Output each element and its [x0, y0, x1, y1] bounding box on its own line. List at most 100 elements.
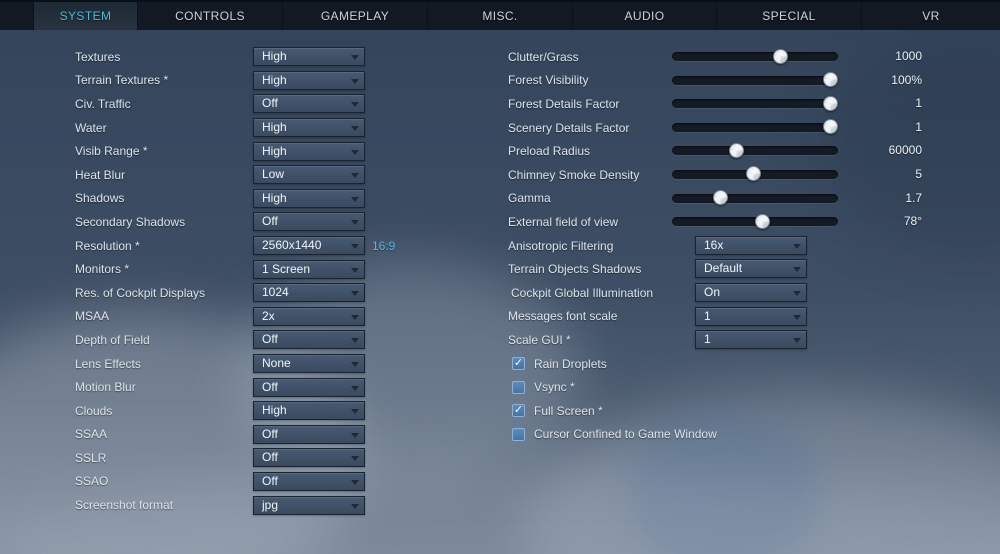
chevron-down-icon	[351, 432, 359, 438]
dropdown-civ-traffic[interactable]: Off	[253, 94, 365, 114]
row-scenery-details-factor: Scenery Details Factor 1	[508, 116, 1000, 140]
row-clutter-grass: Clutter/Grass 1000	[508, 45, 1000, 69]
row-vsync: Vsync *	[508, 375, 1000, 399]
row-messages-font-scale: Messages font scale 1	[508, 305, 1000, 329]
tab-label: AUDIO	[624, 9, 665, 23]
chevron-down-icon	[793, 267, 801, 273]
checkbox-full-screen[interactable]: ✓	[512, 404, 525, 418]
dropdown-monitors[interactable]: 1 Screen	[253, 259, 365, 279]
checkbox-vsync[interactable]	[512, 380, 525, 394]
row-sslr: SSLR Off	[75, 446, 495, 470]
tab-label: SPECIAL	[762, 9, 816, 23]
chevron-down-icon	[351, 385, 359, 391]
dropdown-clouds[interactable]: High	[253, 401, 365, 421]
setting-label: Chimney Smoke Density	[508, 167, 640, 182]
dropdown-value: Off	[262, 426, 278, 441]
slider-knob-clutter-grass[interactable]	[773, 48, 789, 64]
dropdown-resolution[interactable]: 2560x1440	[253, 236, 365, 256]
setting-label: Shadows	[75, 191, 125, 206]
tab-system[interactable]: SYSTEM	[33, 2, 137, 30]
dropdown-anisotropic-filtering[interactable]: 16x	[695, 235, 807, 255]
dropdown-secondary-shadows[interactable]: Off	[253, 212, 365, 232]
dropdown-value: 1	[704, 308, 711, 323]
checkbox-cursor-confined-to-game-window[interactable]	[512, 427, 525, 441]
tab-misc[interactable]: MISC.	[427, 2, 572, 30]
slider-scenery-details-factor[interactable]	[672, 119, 838, 135]
row-res-of-cockpit-displays: Res. of Cockpit Displays 1024	[75, 281, 495, 305]
dropdown-value: None	[262, 356, 291, 371]
setting-label: Cockpit Global Illumination	[511, 285, 654, 300]
dropdown-value: Off	[262, 332, 278, 347]
row-lens-effects: Lens Effects None	[75, 352, 495, 376]
slider-knob-forest-details-factor[interactable]	[823, 95, 838, 111]
row-anisotropic-filtering: Anisotropic Filtering 16x	[508, 234, 1000, 258]
dropdown-value: High	[262, 120, 287, 135]
slider-knob-preload-radius[interactable]	[729, 142, 745, 158]
setting-label: Textures	[75, 49, 121, 64]
slider-gamma[interactable]	[672, 190, 838, 206]
slider-knob-chimney-smoke-density[interactable]	[745, 166, 761, 182]
row-preload-radius: Preload Radius 60000	[508, 139, 1000, 163]
dropdown-value: 1	[704, 332, 711, 347]
aspect-ratio-label: 16:9	[372, 238, 396, 253]
checkbox-rain-droplets[interactable]: ✓	[512, 357, 525, 371]
setting-label: Preload Radius	[508, 144, 591, 159]
slider-preload-radius[interactable]	[672, 142, 838, 158]
slider-knob-forest-visibility[interactable]	[823, 72, 838, 88]
dropdown-value: High	[262, 72, 287, 87]
dropdown-ssao[interactable]: Off	[253, 471, 365, 491]
slider-chimney-smoke-density[interactable]	[672, 166, 838, 182]
dropdown-visib-range[interactable]: High	[253, 141, 365, 161]
slider-value: 78°	[903, 214, 922, 229]
dropdown-value: 2x	[262, 308, 275, 323]
chevron-down-icon	[351, 220, 359, 226]
row-water: Water High	[75, 116, 495, 140]
tab-gameplay[interactable]: GAMEPLAY	[282, 2, 427, 30]
dropdown-textures[interactable]: High	[253, 47, 365, 67]
slider-clutter-grass[interactable]	[672, 48, 838, 64]
dropdown-terrain-objects-shadows[interactable]: Default	[695, 259, 807, 279]
dropdown-res-of-cockpit-displays[interactable]: 1024	[253, 283, 365, 303]
tab-audio[interactable]: AUDIO	[572, 2, 716, 30]
dropdown-terrain-textures[interactable]: High	[253, 70, 365, 90]
row-textures: Textures High	[75, 45, 495, 69]
setting-label: Full Screen *	[534, 403, 603, 418]
dropdown-water[interactable]: High	[253, 118, 365, 138]
dropdown-ssaa[interactable]: Off	[253, 424, 365, 444]
slider-knob-gamma[interactable]	[712, 190, 728, 206]
tab-vr[interactable]: VR	[861, 2, 1000, 30]
slider-knob-external-field-of-view[interactable]	[755, 213, 771, 229]
slider-forest-details-factor[interactable]	[672, 95, 838, 111]
chevron-down-icon	[351, 338, 359, 344]
chevron-down-icon	[351, 409, 359, 415]
setting-label: SSAA	[75, 427, 108, 442]
dropdown-msaa[interactable]: 2x	[253, 306, 365, 326]
dropdown-cockpit-global-illumination[interactable]: On	[695, 282, 807, 302]
setting-label: Lens Effects	[75, 356, 141, 371]
dropdown-sslr[interactable]: Off	[253, 448, 365, 468]
chevron-down-icon	[351, 196, 359, 202]
dropdown-value: jpg	[262, 497, 279, 512]
dropdown-motion-blur[interactable]: Off	[253, 377, 365, 397]
dropdown-depth-of-field[interactable]: Off	[253, 330, 365, 350]
dropdown-screenshot-format[interactable]: jpg	[253, 495, 365, 515]
setting-label: MSAA	[75, 309, 110, 324]
tab-label: MISC.	[482, 9, 518, 23]
dropdown-heat-blur[interactable]: Low	[253, 165, 365, 185]
slider-knob-scenery-details-factor[interactable]	[823, 119, 838, 135]
dropdown-scale-gui[interactable]: 1	[695, 330, 807, 350]
tab-special[interactable]: SPECIAL	[716, 2, 861, 30]
slider-external-field-of-view[interactable]	[672, 213, 838, 229]
setting-label: Terrain Textures *	[75, 73, 169, 88]
slider-forest-visibility[interactable]	[672, 72, 838, 88]
settings-column-left: Textures High Terrain Textures * High Civ. T…	[75, 45, 495, 517]
tab-controls[interactable]: CONTROLS	[137, 2, 282, 30]
dropdown-shadows[interactable]: High	[253, 188, 365, 208]
dropdown-value: Off	[262, 96, 278, 111]
dropdown-lens-effects[interactable]: None	[253, 354, 365, 374]
row-screenshot-format: Screenshot format jpg	[75, 493, 495, 517]
dropdown-messages-font-scale[interactable]: 1	[695, 306, 807, 326]
row-full-screen: ✓ Full Screen *	[508, 399, 1000, 423]
setting-label: Water	[75, 120, 107, 135]
setting-label: Scenery Details Factor	[508, 120, 630, 135]
